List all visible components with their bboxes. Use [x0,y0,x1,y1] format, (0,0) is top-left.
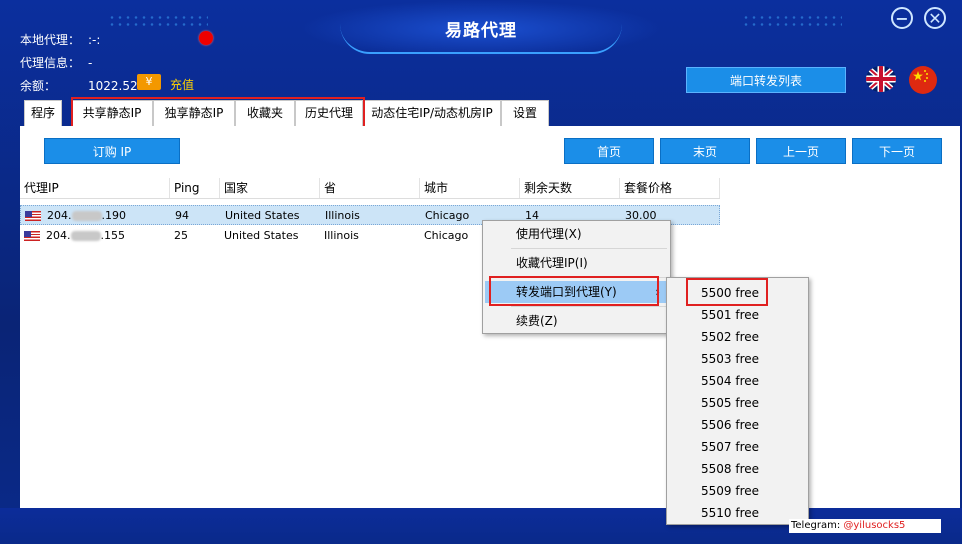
next-page-button[interactable]: 下一页 [852,138,942,164]
cell-country: United States [224,229,299,242]
ip-redaction [71,211,102,221]
column-header-state[interactable]: 省 [320,178,420,198]
telegram-label: Telegram: [791,520,841,531]
telegram-handle[interactable]: @yilusocks5 [843,520,905,531]
cell-ping: 94 [175,209,189,222]
submenu-item-port[interactable]: 5510 free [667,502,808,524]
submenu-item-port[interactable]: 5507 free [667,436,808,458]
toolbar: 订购 IP 首页 末页 上一页 下一页 [20,126,960,176]
submenu-item-port[interactable]: 5506 free [667,414,808,436]
menu-separator [511,248,667,249]
english-flag-icon[interactable] [866,66,896,92]
us-flag-icon [24,231,40,241]
prev-page-button[interactable]: 上一页 [756,138,846,164]
balance-label: 余额： [20,79,57,93]
menu-item-favorite-proxy-ip[interactable]: 收藏代理IP(I) [485,252,668,274]
menu-item-use-proxy[interactable]: 使用代理(X) [485,223,668,245]
local-proxy-value: :-: [88,33,101,47]
close-icon: ✕ [928,9,942,28]
port-forward-list-button[interactable]: 端口转发列表 [686,67,846,93]
cell-proxy-ip: 204. .155 [42,226,125,246]
cell-state: Illinois [325,209,360,222]
chinese-flag-icon[interactable] [909,66,937,94]
ip-prefix: 204. [46,229,71,242]
first-page-button[interactable]: 首页 [564,138,654,164]
column-header-price[interactable]: 套餐价格 [620,178,720,198]
column-header-country[interactable]: 国家 [220,178,320,198]
tab-dynamic-residential-ip[interactable]: 动态住宅IP/动态机房IP [363,100,501,126]
cell-proxy-ip: 204. .190 [43,206,126,226]
proxy-info: 代理信息： - [20,54,92,71]
submenu-item-port[interactable]: 5509 free [667,480,808,502]
cell-state: Illinois [324,229,359,242]
cell-city: Chicago [424,229,469,242]
tab-settings[interactable]: 设置 [501,100,549,126]
column-header-ping[interactable]: Ping [170,178,220,198]
cell-city: Chicago [425,209,470,222]
proxy-info-label: 代理信息： [20,56,81,70]
highlight-box-tabs [71,97,365,128]
menu-item-renew[interactable]: 续费(Z) [485,310,668,332]
ip-suffix: .190 [101,209,127,222]
table-header: 代理IP Ping 国家 省 城市 剩余天数 套餐价格 [20,178,720,199]
proxy-info-value: - [88,56,93,70]
last-page-button[interactable]: 末页 [660,138,750,164]
ip-prefix: 204. [47,209,72,222]
us-flag-icon [25,211,41,221]
ip-suffix: .155 [100,229,126,242]
submenu-item-port[interactable]: 5508 free [667,458,808,480]
port-submenu: 5500 free 5501 free 5502 free 5503 free … [666,277,809,525]
submenu-item-port[interactable]: 5504 free [667,370,808,392]
app-window: 易路代理 − ✕ 本地代理： :-: 代理信息： - 余额： 1022.52 ¥ 充值… [0,0,962,544]
telegram-contact: Telegram: @yilusocks5 [789,519,941,533]
tab-program[interactable]: 程序 [24,100,62,126]
balance-info: 余额： 1022.52 [20,77,138,94]
buy-ip-button[interactable]: 订购 IP [44,138,180,164]
cell-ping: 25 [174,229,188,242]
local-proxy-info: 本地代理： :-: [20,31,100,48]
recharge-link[interactable]: 充值 [170,76,194,93]
ip-redaction [70,231,101,241]
submenu-item-port[interactable]: 5503 free [667,348,808,370]
highlight-box-port-5500 [686,278,768,306]
minimize-button[interactable]: − [891,7,913,29]
submenu-item-port[interactable]: 5505 free [667,392,808,414]
local-proxy-label: 本地代理： [20,33,81,47]
minimize-icon: − [895,9,909,28]
cell-country: United States [225,209,300,222]
submenu-item-port[interactable]: 5502 free [667,326,808,348]
column-header-remaining-days[interactable]: 剩余天数 [520,178,620,198]
submenu-item-port[interactable]: 5501 free [667,304,808,326]
menu-separator [511,306,667,307]
app-title: 易路代理 [445,21,517,41]
highlight-box-forward-port [489,276,659,306]
column-header-proxy-ip[interactable]: 代理IP [20,178,170,198]
column-header-city[interactable]: 城市 [420,178,520,198]
yen-icon[interactable]: ¥ [137,74,161,90]
balance-value: 1022.52 [88,79,138,93]
close-button[interactable]: ✕ [924,7,946,29]
connection-status-icon [199,31,213,45]
